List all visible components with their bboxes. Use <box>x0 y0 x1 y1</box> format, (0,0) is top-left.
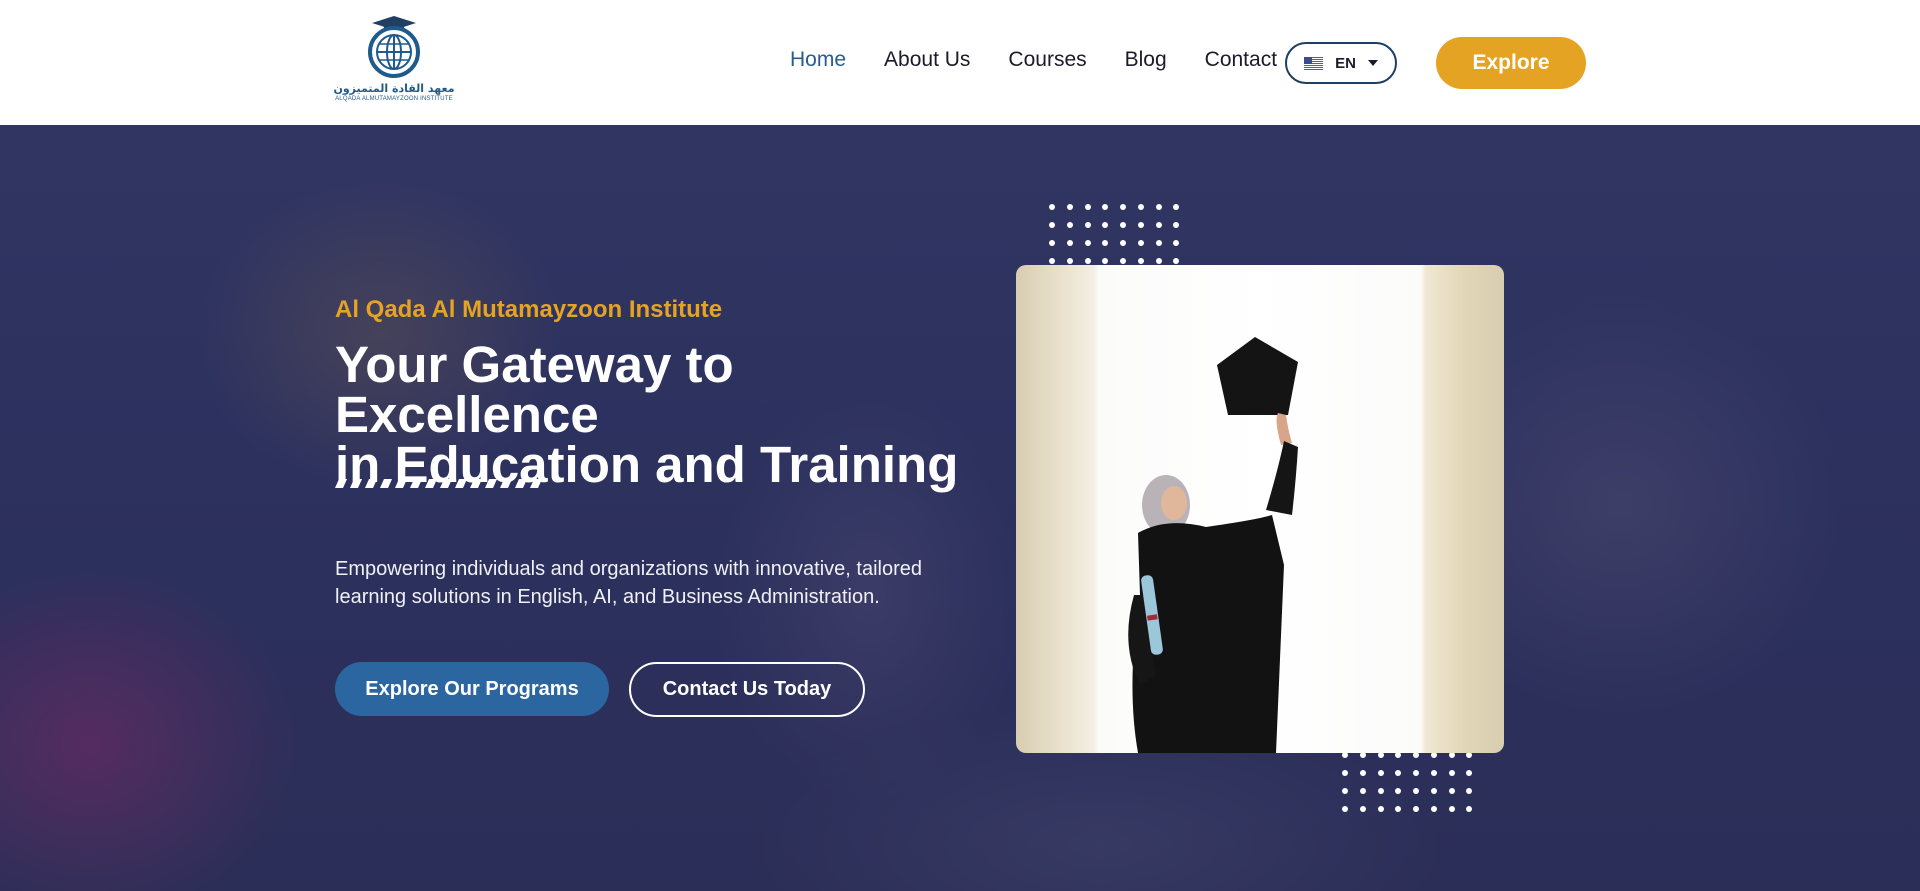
hero-description: Empowering individuals and organizations… <box>335 555 935 611</box>
contact-us-button[interactable]: Contact Us Today <box>629 662 865 717</box>
hero-background-overlay <box>0 125 1920 891</box>
caret-down-icon <box>1367 60 1378 66</box>
nav-courses[interactable]: Courses <box>1008 48 1086 72</box>
hero-headline: Your Gateway to Excellence in Education … <box>335 339 975 490</box>
description-line-1: Empowering individuals and organizations… <box>335 558 923 580</box>
explore-button[interactable]: Explore <box>1436 37 1586 89</box>
us-flag-icon <box>1304 56 1324 70</box>
site-header: معهد القادة المتميزون ALQADA ALMUTAMAYZO… <box>0 0 1920 125</box>
logo-english-name: ALQADA ALMUTAMAYZOON INSTITUTE <box>335 96 453 102</box>
hero-eyebrow: Al Qada Al Mutamayzoon Institute <box>335 296 723 323</box>
nav-home[interactable]: Home <box>790 48 846 72</box>
nav-about-us[interactable]: About Us <box>884 48 970 72</box>
logo-arabic-name: معهد القادة المتميزون <box>333 82 455 95</box>
institute-logo[interactable]: معهد القادة المتميزون ALQADA ALMUTAMAYZO… <box>333 14 455 110</box>
decorative-stripes <box>335 479 542 488</box>
graduate-photo <box>1016 265 1504 753</box>
nav-contact[interactable]: Contact <box>1205 48 1277 72</box>
language-selector[interactable]: EN <box>1285 42 1397 84</box>
decorative-dots-top <box>1049 204 1179 264</box>
main-nav: Home About Us Courses Blog Contact <box>790 48 1277 72</box>
language-code: EN <box>1335 54 1356 72</box>
nav-blog[interactable]: Blog <box>1125 48 1167 72</box>
explore-programs-button[interactable]: Explore Our Programs <box>335 662 609 716</box>
description-line-2: learning solutions in English, AI, and B… <box>335 586 880 608</box>
hero-section: Al Qada Al Mutamayzoon Institute Your Ga… <box>0 125 1920 891</box>
headline-line-1: Your Gateway to Excellence <box>335 336 734 443</box>
graduate-illustration <box>1128 337 1298 753</box>
graduation-globe-icon <box>368 16 420 78</box>
decorative-dots-bottom <box>1342 752 1472 812</box>
